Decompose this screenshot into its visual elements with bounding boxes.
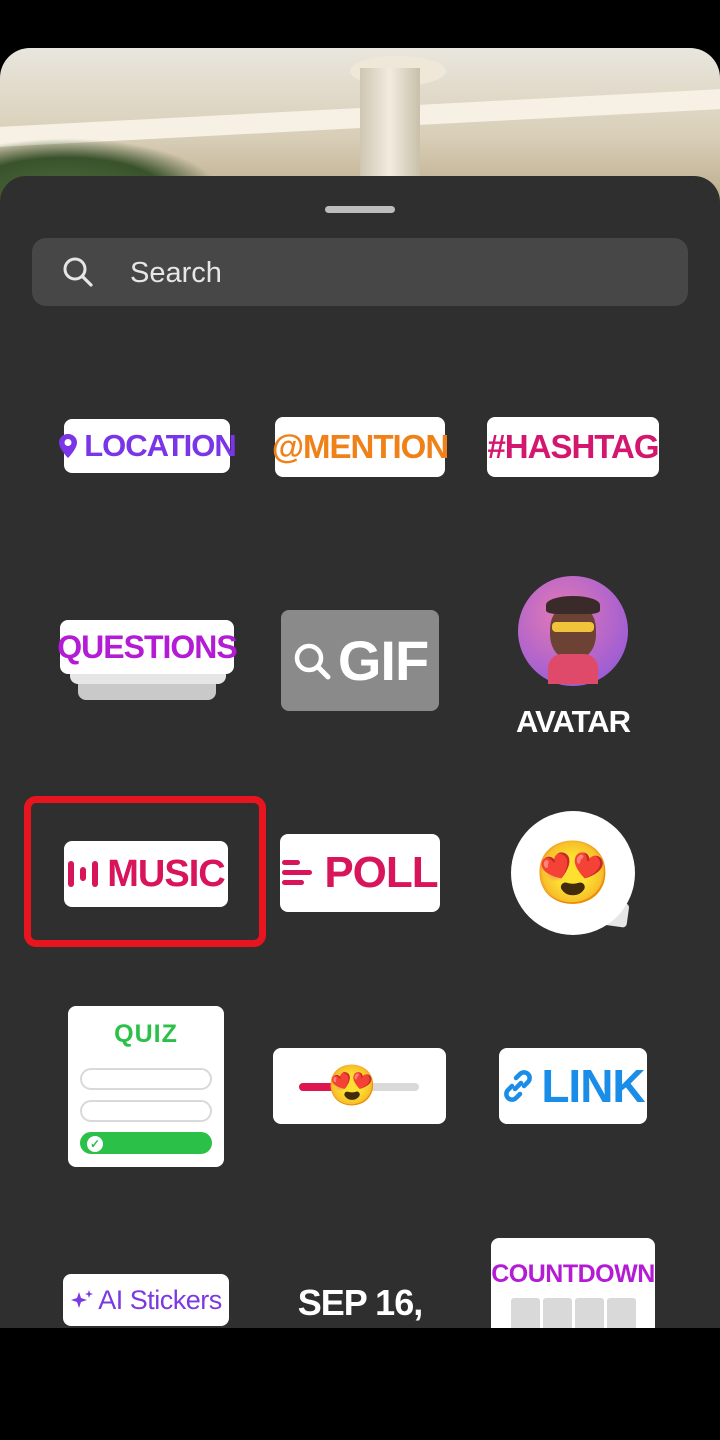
bottom-bar — [0, 1328, 720, 1440]
location-pin-icon — [58, 433, 78, 459]
music-highlight-box — [24, 796, 266, 947]
quiz-label: QUIZ — [114, 1020, 178, 1048]
quiz-option — [80, 1068, 212, 1090]
checkmark-icon: ✓ — [87, 1136, 103, 1152]
search-icon — [62, 256, 94, 288]
mention-label: @MENTION — [271, 428, 449, 465]
avatar-hat — [546, 596, 600, 614]
drag-handle[interactable] — [325, 206, 395, 213]
questions-sticker[interactable]: QUESTIONS — [57, 620, 238, 674]
link-icon — [501, 1069, 535, 1103]
mention-sticker[interactable]: @MENTION — [271, 417, 449, 477]
poll-lines-icon — [282, 858, 314, 888]
avatar-label: AVATAR — [516, 704, 631, 739]
poll-label: POLL — [324, 848, 438, 897]
link-sticker[interactable]: LINK — [499, 1048, 647, 1124]
link-label: LINK — [541, 1060, 645, 1112]
questions-stack-back — [78, 682, 216, 700]
emoji-slider-sticker[interactable]: 😍 — [273, 1048, 446, 1124]
search-input[interactable] — [128, 250, 652, 296]
poll-sticker[interactable]: POLL — [280, 834, 440, 912]
countdown-label: COUNTDOWN — [491, 1260, 655, 1288]
quiz-option-correct: ✓ — [80, 1132, 212, 1154]
questions-label: QUESTIONS — [57, 628, 237, 665]
ai-stickers-label: AI Stickers — [98, 1284, 222, 1315]
hashtag-label: #HASHTAG — [487, 428, 659, 465]
gif-sticker[interactable]: GIF — [281, 610, 439, 711]
ai-stickers-sticker[interactable]: AI Stickers — [63, 1274, 229, 1326]
hashtag-sticker[interactable]: #HASHTAG — [487, 417, 660, 477]
quiz-sticker[interactable]: QUIZ ✓ — [68, 1006, 224, 1167]
avatar-body — [548, 654, 598, 684]
heart-eyes-emoji-icon: 😍 — [534, 838, 612, 908]
location-sticker[interactable]: LOCATION — [59, 419, 237, 473]
search-icon — [292, 641, 332, 681]
emoji-reaction-sticker[interactable]: 😍 — [511, 811, 635, 935]
gif-label: GIF — [337, 629, 429, 692]
avatar-sticker[interactable] — [518, 576, 628, 686]
location-label: LOCATION — [84, 428, 237, 463]
avatar-glasses — [552, 622, 594, 632]
sparkle-icon — [70, 1288, 94, 1312]
heart-eyes-emoji-icon: 😍 — [327, 1064, 377, 1108]
search-bar[interactable] — [32, 238, 688, 306]
countdown-sticker[interactable]: COUNTDOWN — [491, 1238, 655, 1338]
quiz-option — [80, 1100, 212, 1122]
